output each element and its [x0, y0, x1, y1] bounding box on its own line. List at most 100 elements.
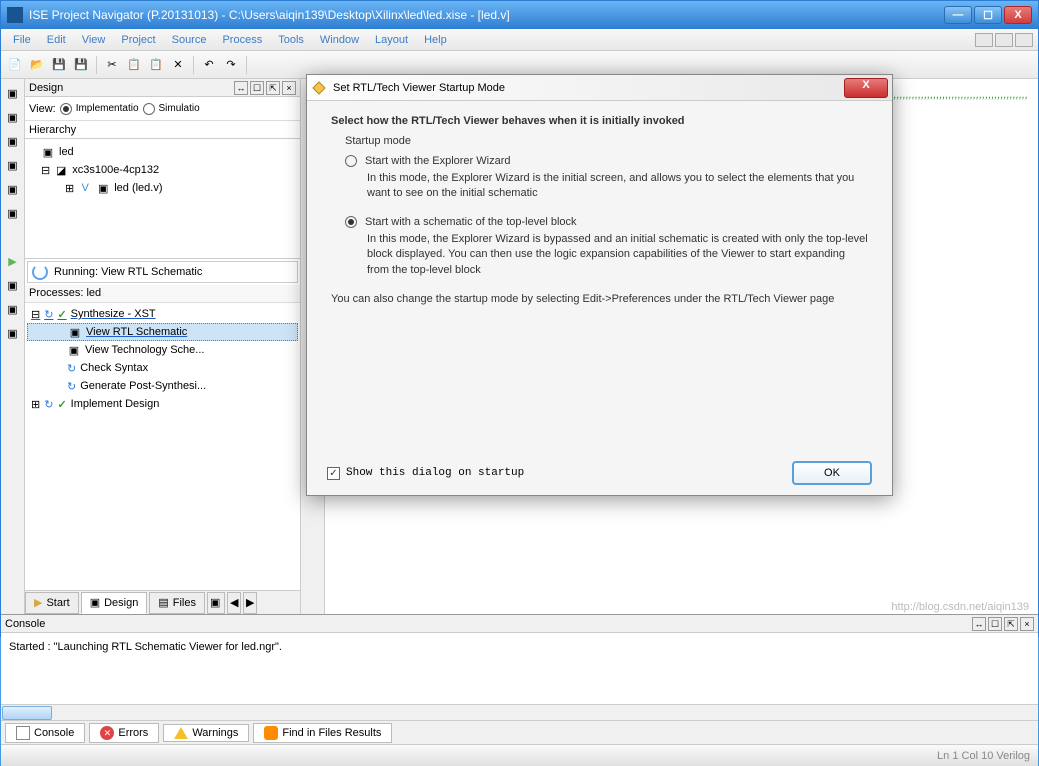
tree-chip[interactable]: ⊟ ◪ xc3s100e-4cp132 — [29, 161, 296, 179]
sidebar-icon-2[interactable]: ▣ — [3, 107, 23, 127]
console-title: Console — [5, 618, 45, 630]
console-hscroll[interactable] — [1, 704, 1038, 720]
proc-post-synth[interactable]: ↻ Generate Post-Synthesi... — [27, 377, 298, 395]
copy-icon[interactable]: 📋 — [124, 55, 144, 75]
dialog-note: You can also change the startup mode by … — [331, 292, 868, 307]
dialog-titlebar: Set RTL/Tech Viewer Startup Mode X — [307, 75, 892, 101]
dialog-close-button[interactable]: X — [844, 78, 888, 98]
sidebar-icon-8[interactable]: ▣ — [3, 299, 23, 319]
console-nav-icon[interactable]: ↔ — [972, 617, 986, 631]
proc-check-syntax[interactable]: ↻ Check Syntax — [27, 359, 298, 377]
app-icon — [7, 7, 23, 23]
sidebar-icon-1[interactable]: ▣ — [3, 83, 23, 103]
sidebar-icon-4[interactable]: ▣ — [3, 155, 23, 175]
tab-warnings[interactable]: Warnings — [163, 724, 249, 742]
cycle-icon: ↻ — [67, 380, 76, 393]
menu-project[interactable]: Project — [113, 32, 163, 48]
paste-icon[interactable]: 📋 — [146, 55, 166, 75]
sidebar-icon-5[interactable]: ▣ — [3, 179, 23, 199]
files-icon: ▤ — [158, 596, 168, 609]
hierarchy-header: Hierarchy — [25, 121, 300, 139]
ok-button[interactable]: OK — [792, 461, 872, 485]
expand-icon[interactable]: ⊞ — [65, 182, 74, 195]
radio-top-level[interactable]: Start with a schematic of the top-level … — [345, 216, 868, 228]
show-on-startup-checkbox[interactable] — [327, 467, 340, 480]
titlebar-text: ISE Project Navigator (P.20131013) - C:\… — [29, 8, 944, 22]
console-panel: Console ↔ ☐ ⇱ × Started : "Launching RTL… — [1, 614, 1038, 744]
check-icon: ✓ — [57, 398, 66, 411]
desc-top-level: In this mode, the Explorer Wizard is byp… — [367, 232, 868, 278]
tab-design[interactable]: ▣ Design — [81, 592, 148, 614]
save-icon[interactable]: 💾 — [49, 55, 69, 75]
save-all-icon[interactable]: 💾 — [71, 55, 91, 75]
minimize-button[interactable]: — — [944, 6, 972, 24]
delete-icon[interactable]: ✕ — [168, 55, 188, 75]
cycle-icon: ↻ — [44, 308, 53, 321]
sidebar-icon-9[interactable]: ▣ — [3, 323, 23, 343]
doc-close-icon[interactable] — [1015, 33, 1033, 47]
cycle-icon: ↻ — [67, 362, 76, 375]
radio-explorer-wizard[interactable]: Start with the Explorer Wizard — [345, 155, 868, 167]
menu-file[interactable]: File — [5, 32, 39, 48]
sidebar-icon-7[interactable]: ▣ — [3, 275, 23, 295]
panel-undock-icon[interactable]: ☐ — [250, 81, 264, 95]
cut-icon[interactable]: ✂ — [102, 55, 122, 75]
sidebar-icon-3[interactable]: ▣ — [3, 131, 23, 151]
processes-tree: ⊟ ↻ ✓ Synthesize - XST ▣ View RTL Schema… — [25, 303, 300, 590]
tab-find[interactable]: Find in Files Results — [253, 723, 392, 743]
tab-more[interactable]: ▣ — [207, 592, 225, 614]
tree-module[interactable]: ⊞ V ▣ led (led.v) — [29, 179, 296, 197]
tab-errors[interactable]: ✕ Errors — [89, 723, 159, 743]
console-pin-icon[interactable]: ⇱ — [1004, 617, 1018, 631]
console-close-icon[interactable]: × — [1020, 617, 1034, 631]
tab-start[interactable]: ▶ Start — [25, 592, 79, 614]
find-icon — [264, 726, 278, 740]
close-button[interactable]: X — [1004, 6, 1032, 24]
menu-help[interactable]: Help — [416, 32, 455, 48]
proc-view-tech[interactable]: ▣ View Technology Sche... — [27, 341, 298, 359]
dialog-body: Select how the RTL/Tech Viewer behaves w… — [307, 101, 892, 451]
doc-restore-icon[interactable] — [995, 33, 1013, 47]
proc-view-rtl[interactable]: ▣ View RTL Schematic — [27, 323, 298, 341]
console-undock-icon[interactable]: ☐ — [988, 617, 1002, 631]
expand-icon[interactable]: ⊞ — [31, 398, 40, 411]
panel-close-icon[interactable]: × — [282, 81, 296, 95]
console-body[interactable]: Started : "Launching RTL Schematic Viewe… — [1, 633, 1038, 704]
tab-scroll-left[interactable]: ◀ — [227, 592, 241, 614]
tab-console[interactable]: Console — [5, 723, 85, 743]
radio-implementation[interactable] — [60, 103, 72, 115]
menu-window[interactable]: Window — [312, 32, 367, 48]
menu-tools[interactable]: Tools — [270, 32, 312, 48]
design-panel-header: Design ↔ ☐ ⇱ × — [25, 79, 300, 97]
redo-icon[interactable]: ↷ — [221, 55, 241, 75]
show-on-startup-label: Show this dialog on startup — [346, 467, 524, 479]
open-icon[interactable]: 📂 — [27, 55, 47, 75]
doc-minimize-icon[interactable] — [975, 33, 993, 47]
undo-icon[interactable]: ↶ — [199, 55, 219, 75]
proc-implement[interactable]: ⊞ ↻ ✓ Implement Design — [27, 395, 298, 413]
menu-edit[interactable]: Edit — [39, 32, 74, 48]
tab-scroll-right[interactable]: ▶ — [243, 592, 257, 614]
verilog-icon: V — [78, 181, 92, 195]
menu-process[interactable]: Process — [214, 32, 270, 48]
menu-source[interactable]: Source — [164, 32, 215, 48]
expand-icon[interactable]: ⊟ — [41, 164, 50, 177]
tab-files[interactable]: ▤ Files — [149, 592, 205, 614]
expand-icon[interactable]: ⊟ — [31, 308, 40, 321]
tree-project[interactable]: ▣ led — [29, 143, 296, 161]
proc-synthesize[interactable]: ⊟ ↻ ✓ Synthesize - XST — [27, 305, 298, 323]
scroll-thumb[interactable] — [2, 706, 52, 720]
processes-header: Processes: led — [25, 285, 300, 303]
dialog-heading: Select how the RTL/Tech Viewer behaves w… — [331, 115, 868, 127]
panel-nav-left-icon[interactable]: ↔ — [234, 81, 248, 95]
design-panel-title: Design — [29, 82, 63, 94]
maximize-button[interactable]: ☐ — [974, 6, 1002, 24]
panel-pin-icon[interactable]: ⇱ — [266, 81, 280, 95]
sidebar-icon-6[interactable]: ▣ — [3, 203, 23, 223]
menu-layout[interactable]: Layout — [367, 32, 416, 48]
run-icon[interactable]: ▶ — [3, 251, 23, 271]
running-strip: Running: View RTL Schematic — [27, 261, 298, 283]
menu-view[interactable]: View — [74, 32, 114, 48]
new-icon[interactable]: 📄 — [5, 55, 25, 75]
radio-simulation[interactable] — [143, 103, 155, 115]
